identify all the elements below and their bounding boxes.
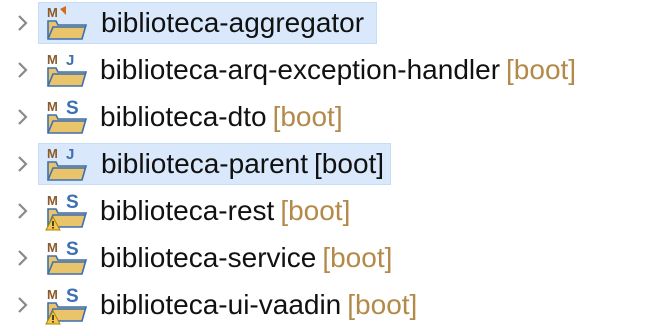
svg-text:M: M — [47, 99, 58, 114]
svg-text:M: M — [47, 52, 58, 67]
maven-spring-project-folder-icon: M S — [44, 238, 88, 278]
chevron-right-icon[interactable] — [14, 14, 32, 32]
tree-item-label-area[interactable]: biblioteca-aggregator — [38, 2, 378, 44]
chevron-right-icon[interactable] — [14, 108, 32, 126]
chevron-right-icon[interactable] — [14, 202, 32, 220]
maven-java-project-folder-icon: M J — [44, 50, 88, 90]
tree-item-biblioteca-ui-vaadin[interactable]: biblioteca-ui-vaadin [boot] M S — [0, 282, 656, 328]
tree-item-biblioteca-rest[interactable]: biblioteca-rest [boot] M S — [0, 188, 656, 234]
project-name: biblioteca-dto — [100, 101, 267, 132]
project-name: biblioteca-ui-vaadin — [100, 289, 342, 320]
project-explorer-tree: biblioteca-aggregator M biblioteca-arq-e… — [0, 0, 656, 329]
project-decoration: [boot] — [322, 242, 393, 273]
project-name: biblioteca-aggregator — [101, 7, 365, 38]
tree-item-biblioteca-aggregator[interactable]: biblioteca-aggregator M — [0, 0, 656, 46]
svg-text:J: J — [66, 146, 74, 163]
project-decoration: [boot] — [506, 54, 577, 85]
tree-item-biblioteca-parent[interactable]: biblioteca-parent [boot] M J — [0, 141, 656, 187]
chevron-right-icon[interactable] — [14, 61, 32, 79]
svg-text:M: M — [47, 240, 58, 255]
svg-text:M: M — [47, 193, 58, 208]
tree-item-label-area[interactable]: biblioteca-arq-exception-handler [boot] — [38, 49, 582, 91]
project-name: biblioteca-rest — [100, 195, 275, 226]
maven-project-folder-icon: M — [44, 3, 88, 43]
project-decoration: [boot] — [272, 101, 343, 132]
chevron-right-icon[interactable] — [14, 296, 32, 314]
svg-text:M: M — [47, 146, 58, 161]
project-name: biblioteca-arq-exception-handler — [100, 54, 501, 85]
svg-text:M: M — [47, 5, 58, 20]
svg-text:S: S — [66, 239, 79, 260]
svg-text:S: S — [66, 192, 79, 213]
tree-item-biblioteca-arq-exception-handler[interactable]: biblioteca-arq-exception-handler [boot] M… — [0, 47, 656, 93]
project-decoration: [boot] — [347, 289, 418, 320]
maven-spring-project-folder-warning-icon: M S — [44, 191, 88, 231]
tree-item-biblioteca-dto[interactable]: biblioteca-dto [boot] M S — [0, 94, 656, 140]
tree-item-biblioteca-service[interactable]: biblioteca-service [boot] M S — [0, 235, 656, 281]
maven-spring-project-folder-warning-icon: M S — [44, 285, 88, 325]
chevron-right-icon[interactable] — [14, 155, 32, 173]
svg-text:S: S — [66, 286, 79, 307]
tree-item-label-area[interactable]: biblioteca-parent [boot] — [38, 143, 392, 185]
tree-item-label-area[interactable]: biblioteca-service [boot] — [38, 237, 398, 279]
project-decoration: [boot] — [280, 195, 351, 226]
maven-spring-project-folder-icon: M S — [44, 97, 88, 137]
svg-text:S: S — [66, 98, 79, 119]
chevron-right-icon[interactable] — [14, 249, 32, 267]
svg-text:J: J — [66, 52, 74, 69]
svg-text:M: M — [47, 287, 58, 302]
project-name: biblioteca-parent — [101, 148, 309, 179]
project-name: biblioteca-service — [100, 242, 317, 273]
tree-item-label-area[interactable]: biblioteca-ui-vaadin [boot] — [38, 284, 423, 326]
maven-java-project-folder-icon: M J — [44, 144, 88, 184]
project-decoration: [boot] — [314, 148, 385, 179]
